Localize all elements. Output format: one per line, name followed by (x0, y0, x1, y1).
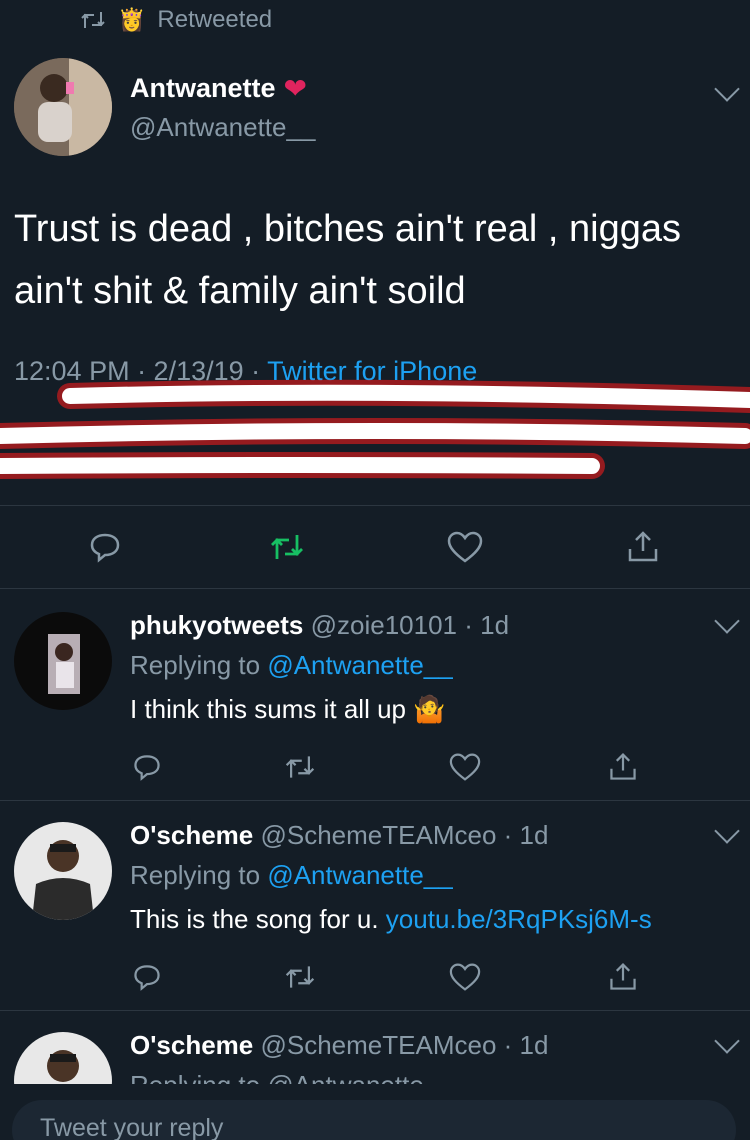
divider (0, 505, 750, 506)
chevron-down-icon[interactable] (714, 1028, 740, 1054)
share-button[interactable] (618, 522, 668, 572)
author-handle[interactable]: @Antwanette__ (130, 112, 315, 143)
author-name-text: Antwanette (130, 73, 276, 103)
reply-author-name[interactable]: O'scheme (130, 820, 253, 850)
retweeted-header: 👸 Retweeted (80, 4, 272, 36)
tweet-text-line-1: Trust is dead , bitches ain't real , nig… (14, 208, 681, 250)
reply-icon (134, 965, 160, 991)
retweet-icon (285, 756, 315, 778)
like-button[interactable] (440, 952, 490, 1002)
reply-input[interactable]: Tweet your reply (12, 1100, 736, 1140)
like-button[interactable] (440, 742, 490, 792)
replying-to: Replying to @Antwanette__ (130, 650, 453, 681)
reply-actions (0, 952, 750, 1002)
avatar[interactable] (14, 58, 112, 156)
retweet-icon (271, 535, 303, 559)
reply-icon (134, 755, 160, 781)
divider (0, 800, 750, 801)
reply-actions (0, 742, 750, 792)
tweet-text-line-2: ain't shit & family ain't soild (14, 270, 466, 312)
tweet-actions (0, 522, 750, 572)
retweet-button[interactable] (275, 742, 325, 792)
share-button[interactable] (598, 742, 648, 792)
chevron-down-icon[interactable] (714, 818, 740, 844)
retweet-button[interactable] (275, 952, 325, 1002)
share-icon (610, 962, 636, 990)
divider (0, 1010, 750, 1011)
retweet-button[interactable] (262, 522, 312, 572)
retweet-icon (285, 966, 315, 988)
compose-bar: Tweet your reply (0, 1084, 750, 1140)
retweeted-label: Retweeted (157, 6, 273, 33)
share-icon (628, 531, 658, 562)
share-icon (610, 752, 636, 780)
red-heart-icon: ❤ (283, 73, 307, 104)
replying-to-label: Replying to (130, 860, 268, 890)
retweet-icon (81, 12, 105, 28)
divider (0, 588, 750, 589)
chevron-down-icon[interactable] (714, 608, 740, 634)
reply-author-name[interactable]: phukyotweets (130, 610, 303, 640)
avatar[interactable] (14, 822, 112, 920)
reply-button[interactable] (122, 742, 172, 792)
like-icon (449, 963, 481, 991)
replying-to-handle[interactable]: @Antwanette__ (267, 860, 452, 890)
avatar[interactable] (14, 612, 112, 710)
chevron-down-icon[interactable] (714, 76, 740, 102)
author-name[interactable]: Antwanette ❤ (130, 72, 307, 105)
replying-to-label: Replying to (130, 650, 268, 680)
reply-age: · 1d (457, 610, 510, 640)
youtube-link[interactable]: youtu.be/3RqPKsj6M-s (386, 904, 652, 934)
reply-header: phukyotweets @zoie10101 · 1d (130, 610, 509, 641)
reply-age: · 1d (496, 1030, 549, 1060)
replying-to-handle[interactable]: @Antwanette__ (267, 650, 452, 680)
reply-author-handle[interactable]: @SchemeTEAMceo (260, 1030, 496, 1060)
reply-author-name[interactable]: O'scheme (130, 1030, 253, 1060)
like-icon (447, 531, 483, 563)
princess-emoji-icon: 👸 (118, 7, 146, 32)
reply-text: This is the song for u. youtu.be/3RqPKsj… (130, 904, 652, 935)
reply-text: I think this sums it all up 🤷 (130, 694, 446, 724)
tweet-text: Trust is dead , bitches ain't real , nig… (14, 198, 714, 322)
like-icon (449, 753, 481, 781)
reply-button[interactable] (80, 522, 130, 572)
reply-header: O'scheme @SchemeTEAMceo · 1d (130, 820, 548, 851)
reply-age: · 1d (496, 820, 549, 850)
reply-button[interactable] (122, 952, 172, 1002)
red-scribble-redaction (0, 379, 750, 479)
reply-author-handle[interactable]: @SchemeTEAMceo (260, 820, 496, 850)
replying-to: Replying to @Antwanette__ (130, 860, 453, 891)
reply-header: O'scheme @SchemeTEAMceo · 1d (130, 1030, 548, 1061)
reply-author-handle[interactable]: @zoie10101 (311, 610, 457, 640)
reply-icon (90, 533, 120, 563)
share-button[interactable] (598, 952, 648, 1002)
reply-text-body: This is the song for u. (130, 904, 386, 934)
like-button[interactable] (440, 522, 490, 572)
